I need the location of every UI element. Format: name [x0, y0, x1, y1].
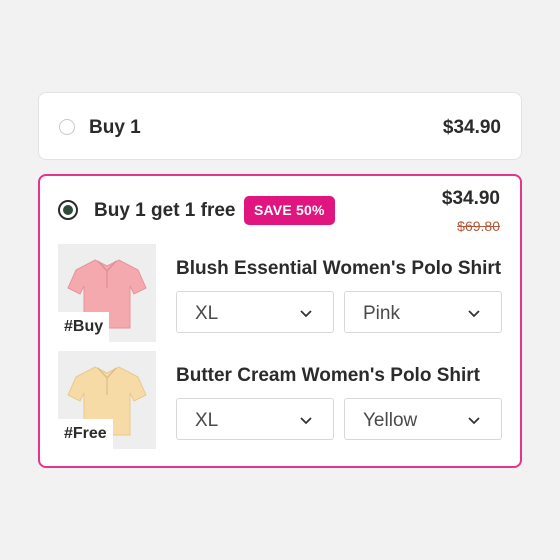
product-image-2: #Free [58, 351, 156, 449]
offer-label: Buy 1 get 1 free [94, 200, 236, 221]
radio-dot [63, 205, 73, 215]
product-image-1: #Buy [58, 244, 156, 342]
offer-price: $34.90 [442, 117, 501, 138]
chevron-down-icon [300, 310, 312, 318]
color-value: Pink [363, 303, 400, 324]
size-value: XL [195, 410, 219, 431]
original-price: $69.80 [457, 218, 500, 234]
size-select[interactable]: XL [176, 291, 334, 333]
size-value: XL [195, 303, 219, 324]
offer-bundle[interactable]: Buy 1 get 1 free SAVE 50% $34.90 $69.80 … [38, 174, 522, 468]
offer-price: $34.90 [441, 188, 500, 209]
color-select[interactable]: Yellow [344, 398, 502, 440]
chevron-down-icon [300, 417, 312, 425]
product-name: Butter Cream Women's Polo Shirt [176, 365, 480, 386]
offer-buy-1[interactable]: Buy 1 $34.90 [38, 92, 522, 160]
item-tag: #Free [58, 419, 113, 449]
product-name: Blush Essential Women's Polo Shirt [176, 258, 502, 279]
radio-unselected[interactable] [59, 119, 75, 135]
color-select[interactable]: Pink [344, 291, 502, 333]
offer-label: Buy 1 [89, 117, 141, 138]
radio-selected[interactable] [58, 200, 78, 220]
size-select[interactable]: XL [176, 398, 334, 440]
chevron-down-icon [468, 417, 480, 425]
save-badge: SAVE 50% [244, 196, 335, 225]
color-value: Yellow [363, 410, 418, 431]
item-tag: #Buy [58, 312, 110, 342]
chevron-down-icon [468, 310, 480, 318]
